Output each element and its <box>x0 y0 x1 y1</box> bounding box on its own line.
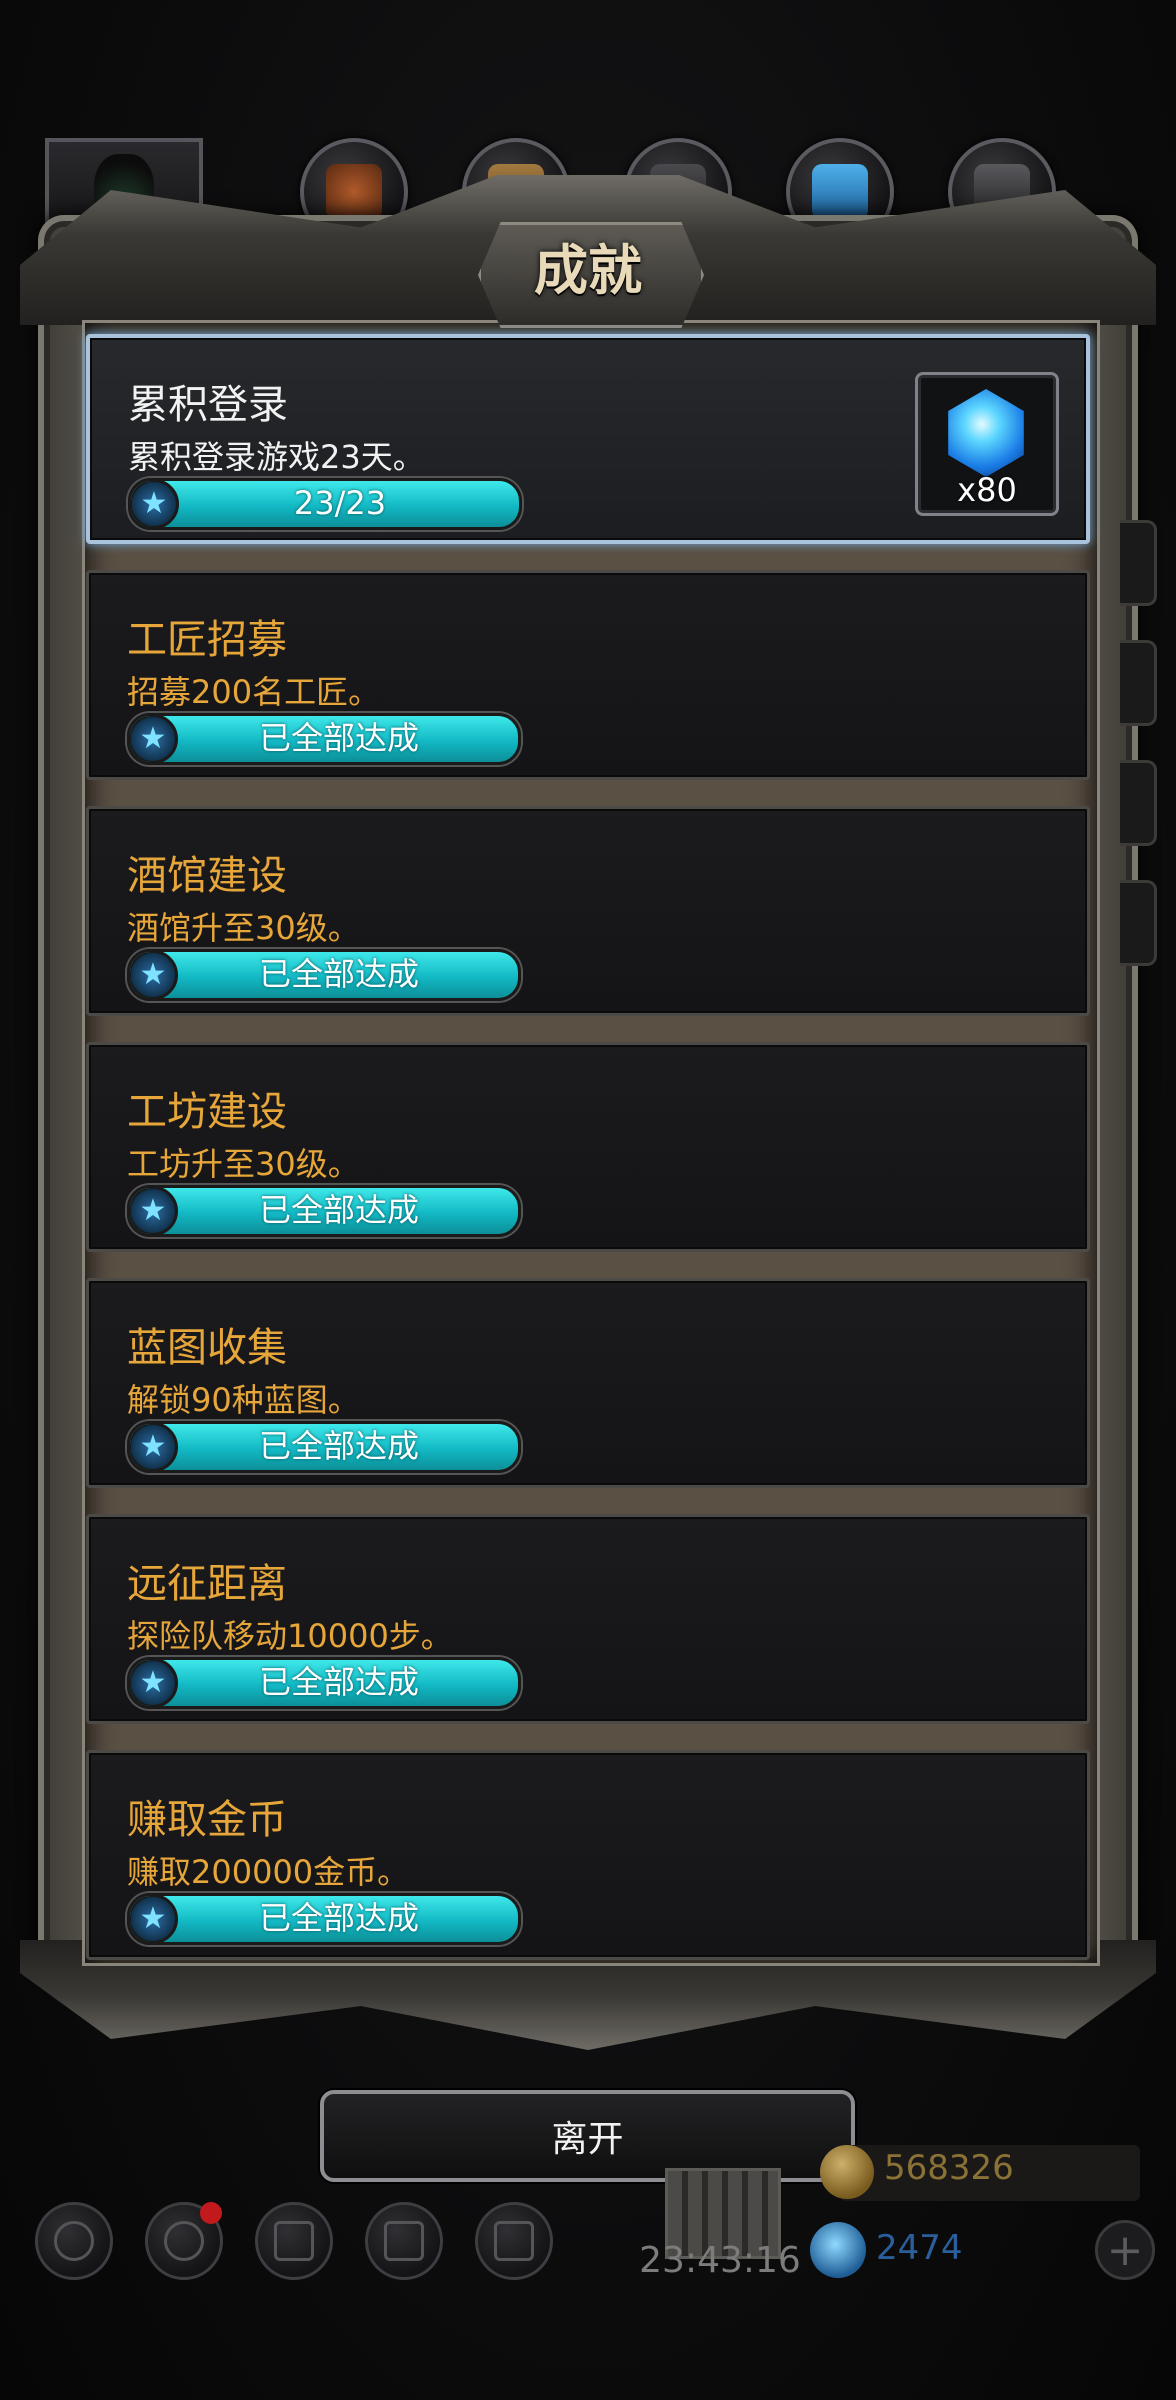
gem-amount: 2474 <box>876 2228 963 2268</box>
progress-label: 已全部达成 <box>258 1899 419 1937</box>
progress-label: 已全部达成 <box>258 1427 419 1465</box>
side-tab-3[interactable] <box>1120 760 1157 846</box>
progress-label: 已全部达成 <box>258 719 419 757</box>
notification-dot <box>200 2202 222 2224</box>
add-currency-button[interactable]: + <box>1095 2220 1155 2280</box>
mail-icon[interactable] <box>365 2202 443 2280</box>
blue-feather-icon <box>812 164 868 220</box>
achievement-name: 累积登录 <box>128 382 288 428</box>
progress-bar: ★ 已全部达成 <box>127 1421 521 1473</box>
achievement-card[interactable]: 远征距离 探险队移动10000步。 ★ 已全部达成 <box>86 1514 1090 1724</box>
orange-ball-icon <box>326 164 382 220</box>
progress-bar: ★ 23/23 <box>128 478 522 530</box>
reward-slot[interactable]: x80 <box>915 372 1059 516</box>
achievement-name: 工坊建设 <box>127 1089 287 1135</box>
game-clock: 23:43:16 <box>639 2240 801 2281</box>
achievement-desc: 酒馆升至30级。 <box>127 909 360 947</box>
achievement-card[interactable]: 工匠招募 招募200名工匠。 ★ 已全部达成 <box>86 570 1090 780</box>
achievement-card[interactable]: 累积登录 累积登录游戏23天。 ★ 23/23 x80 <box>86 334 1090 544</box>
achievement-card[interactable]: 酒馆建设 酒馆升至30级。 ★ 已全部达成 <box>86 806 1090 1016</box>
progress-bar: ★ 已全部达成 <box>127 949 521 1001</box>
progress-bar: ★ 已全部达成 <box>127 713 521 765</box>
dialog-title: 成就 <box>534 238 642 302</box>
progress-label: 已全部达成 <box>258 1191 419 1229</box>
progress-label: 已全部达成 <box>258 955 419 993</box>
settings-gear-icon[interactable] <box>35 2202 113 2280</box>
achievement-name: 赚取金币 <box>127 1797 287 1843</box>
achievement-desc: 解锁90种蓝图。 <box>127 1381 360 1419</box>
gold-amount: 568326 <box>884 2148 1014 2188</box>
progress-label: 已全部达成 <box>258 1663 419 1701</box>
inventory-box-icon[interactable] <box>475 2202 553 2280</box>
achievement-desc: 工坊升至30级。 <box>127 1145 360 1183</box>
side-tab-2[interactable] <box>1120 640 1157 726</box>
blue-gem-icon <box>948 389 1024 477</box>
achievement-desc: 招募200名工匠。 <box>127 673 381 711</box>
achievement-card[interactable]: 赚取金币 赚取200000金币。 ★ 已全部达成 <box>86 1750 1090 1960</box>
achievement-desc: 探险队移动10000步。 <box>127 1617 453 1655</box>
gem-icon <box>810 2222 866 2278</box>
achievement-name: 工匠招募 <box>127 617 287 663</box>
achievement-name: 远征距离 <box>127 1561 287 1607</box>
progress-bar: ★ 已全部达成 <box>127 1657 521 1709</box>
achievement-card[interactable]: 工坊建设 工坊升至30级。 ★ 已全部达成 <box>86 1042 1090 1252</box>
achievement-name: 蓝图收集 <box>127 1325 287 1371</box>
achievement-name: 酒馆建设 <box>127 853 287 899</box>
side-tab-4[interactable] <box>1120 880 1157 966</box>
progress-label: 23/23 <box>293 484 387 522</box>
hero-shield-icon[interactable] <box>255 2202 333 2280</box>
achievement-screen: 成就 累积登录 累积登录游戏23天。 ★ 23/23 x80 工匠招募 招募20… <box>0 0 1176 2400</box>
achievement-desc: 赚取200000金币。 <box>127 1853 410 1891</box>
progress-bar: ★ 已全部达成 <box>127 1185 521 1237</box>
side-tab-1[interactable] <box>1120 520 1157 606</box>
reward-quantity: x80 <box>957 471 1017 509</box>
gold-coin-icon <box>820 2145 874 2199</box>
achievement-card[interactable]: 蓝图收集 解锁90种蓝图。 ★ 已全部达成 <box>86 1278 1090 1488</box>
achievement-desc: 累积登录游戏23天。 <box>128 438 425 476</box>
progress-bar: ★ 已全部达成 <box>127 1893 521 1945</box>
